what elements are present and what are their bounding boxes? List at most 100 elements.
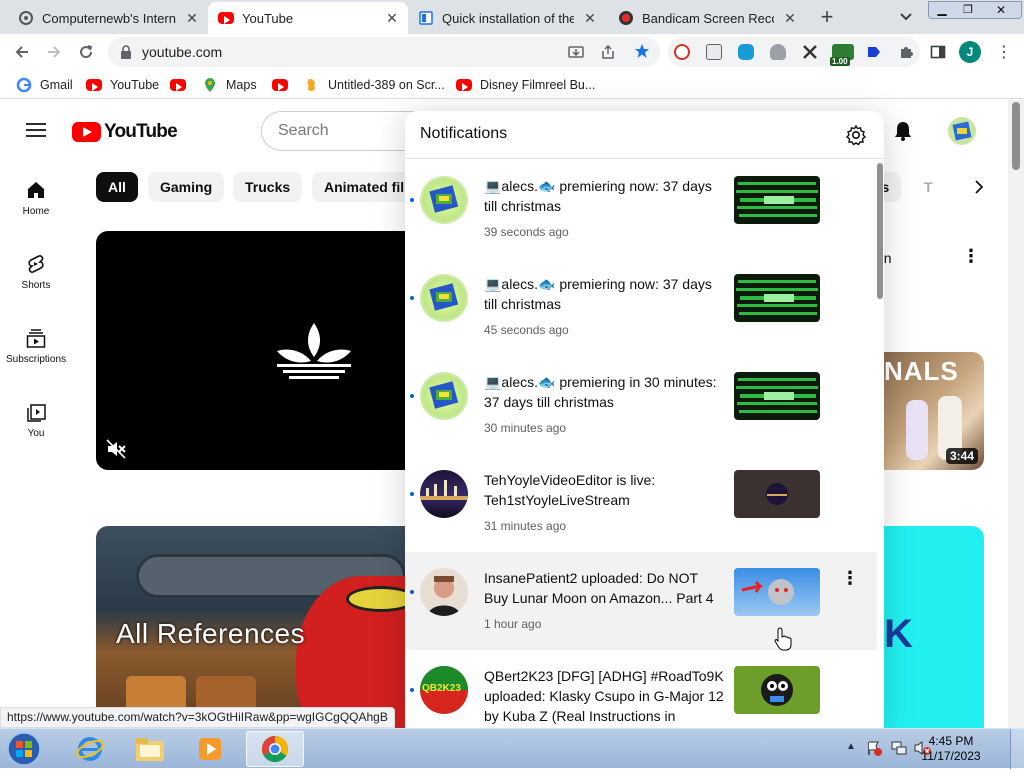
notifications-bell-icon[interactable]	[892, 120, 914, 147]
lock-icon[interactable]	[120, 45, 132, 64]
chip-partial-2[interactable]: T	[920, 172, 937, 202]
nav-subscriptions[interactable]: Subscriptions	[0, 328, 72, 365]
forward-icon[interactable]	[40, 38, 68, 66]
close-tab-icon[interactable]: ✕	[184, 10, 200, 26]
bookmark-untitled-389[interactable]: Untitled-389 on Scr...	[304, 76, 445, 93]
taskbar-chrome-icon[interactable]	[246, 731, 304, 767]
tab-quick-installation[interactable]: Quick installation of the ✕	[408, 2, 606, 34]
unread-dot-icon	[410, 590, 414, 594]
channel-avatar[interactable]: QB2K23	[420, 666, 468, 714]
nav-shorts[interactable]: Shorts	[0, 254, 72, 291]
notification-thumbnail[interactable]	[734, 372, 820, 420]
notification-item[interactable]: TehYoyleVideoEditor is live: Teh1stYoyle…	[405, 454, 877, 552]
puzzle-extensions-icon[interactable]	[898, 44, 914, 60]
close-tab-icon[interactable]: ✕	[582, 10, 598, 26]
page-scrollbar-thumb[interactable]	[1012, 102, 1020, 170]
play-extension-icon[interactable]	[866, 44, 882, 60]
document-extension-icon[interactable]	[706, 44, 722, 60]
video-thumbnail-nals[interactable]: NALS 3:44	[884, 352, 984, 470]
channel-avatar[interactable]	[420, 372, 468, 420]
profile-avatar[interactable]: J	[959, 41, 981, 63]
tools-extension-icon[interactable]	[802, 44, 818, 60]
channel-avatar[interactable]	[420, 176, 468, 224]
blue-extension-icon[interactable]	[738, 44, 754, 60]
nav-you[interactable]: You	[0, 402, 72, 439]
shield-extension-icon[interactable]	[770, 44, 786, 60]
nav-home[interactable]: Home	[0, 180, 72, 217]
notifications-scrollbar[interactable]	[877, 159, 884, 728]
action-center-flag-icon[interactable]	[866, 740, 882, 756]
youtube-logo[interactable]: YouTube	[72, 121, 178, 143]
chrome-menu-icon[interactable]: ⋮	[990, 38, 1018, 66]
video-thumbnail-cyan[interactable]: K	[884, 526, 984, 728]
chip-all[interactable]: All	[96, 172, 138, 202]
chevron-right-icon[interactable]	[970, 178, 988, 201]
site-icon	[18, 10, 34, 26]
bookmark-maps[interactable]: Maps	[202, 76, 257, 93]
tray-expand-icon[interactable]: ▲	[846, 741, 856, 752]
side-panel-icon[interactable]	[924, 38, 952, 66]
taskbar-clock[interactable]: 4:45 PM 11/17/2023	[920, 734, 982, 764]
taskbar-media-player-icon[interactable]	[182, 731, 238, 767]
channel-avatar[interactable]	[420, 470, 468, 518]
channel-avatar[interactable]	[420, 568, 468, 616]
bookmark-youtube-2[interactable]	[170, 76, 194, 93]
close-tab-icon[interactable]: ✕	[782, 10, 798, 26]
tab-search-icon[interactable]	[896, 8, 916, 26]
notification-text: QBert2K23 [DFG] [ADHG] #RoadTo9K uploade…	[484, 668, 724, 724]
address-bar[interactable]: youtube.com	[108, 37, 660, 67]
notification-thumbnail[interactable]	[734, 470, 820, 518]
reload-icon[interactable]	[72, 38, 100, 66]
tab-youtube[interactable]: YouTube ✕	[208, 2, 408, 34]
share-icon[interactable]	[600, 44, 616, 65]
account-avatar[interactable]	[948, 117, 976, 145]
search-input[interactable]: Search	[261, 111, 421, 151]
bookmark-star-icon[interactable]	[634, 43, 650, 64]
bookmark-youtube[interactable]: YouTube	[86, 76, 159, 93]
taskbar-internet-explorer-icon[interactable]	[62, 731, 118, 767]
bookmark-youtube-3[interactable]	[272, 76, 296, 93]
notification-thumbnail[interactable]	[734, 176, 820, 224]
restore-button[interactable]: ❐	[955, 2, 981, 18]
channel-avatar[interactable]	[420, 274, 468, 322]
notification-thumbnail[interactable]	[734, 568, 820, 616]
chip-trucks[interactable]: Trucks	[233, 172, 303, 202]
tab-strip: Computernewb's Internet ✕ YouTube ✕ Quic…	[0, 0, 1024, 34]
taskbar-explorer-icon[interactable]	[122, 731, 178, 767]
muted-speaker-icon[interactable]	[106, 439, 126, 459]
notification-thumbnail[interactable]	[734, 274, 820, 322]
notifications-scrollbar-thumb[interactable]	[877, 163, 883, 299]
minimize-button[interactable]: ▁	[929, 2, 955, 18]
more-options-icon[interactable]: ⋮	[962, 246, 980, 267]
new-tab-button[interactable]: +	[815, 6, 839, 30]
tab-bandicam[interactable]: Bandicam Screen Recorde ✕	[608, 2, 806, 34]
notification-more-options-icon[interactable]: ⋮	[841, 568, 859, 589]
adblock-extension-icon[interactable]	[674, 44, 690, 60]
notification-item[interactable]: QB2K23 QBert2K23 [DFG] [ADHG] #RoadTo9K …	[405, 650, 877, 728]
thumbnail-text: NALS	[884, 356, 959, 386]
show-desktop-button[interactable]	[1010, 729, 1024, 769]
tab-computernewb[interactable]: Computernewb's Internet ✕	[8, 2, 208, 34]
url-text: youtube.com	[142, 44, 223, 60]
window-controls: ▁ ❐ ✕	[928, 1, 1022, 19]
install-icon[interactable]	[568, 44, 584, 65]
menu-icon[interactable]	[26, 122, 46, 143]
close-tab-icon[interactable]: ✕	[384, 10, 400, 26]
start-button[interactable]	[4, 730, 44, 768]
notification-item[interactable]: 💻alecs.🐟 premiering now: 37 days till ch…	[405, 160, 877, 258]
video-thumbnail-references[interactable]: All References	[96, 526, 416, 728]
back-icon[interactable]	[8, 38, 36, 66]
page-scrollbar[interactable]	[1008, 100, 1024, 728]
notification-thumbnail[interactable]	[734, 666, 820, 714]
extensions-area: 1.00	[668, 37, 920, 67]
settings-gear-icon[interactable]	[845, 124, 867, 151]
featured-video-player[interactable]	[96, 231, 416, 470]
close-window-button[interactable]: ✕	[981, 2, 1021, 18]
notification-item[interactable]: InsanePatient2 uploaded: Do NOT Buy Luna…	[405, 552, 877, 650]
chip-gaming[interactable]: Gaming	[148, 172, 225, 202]
notification-item[interactable]: 💻alecs.🐟 premiering now: 37 days till ch…	[405, 258, 877, 356]
bookmark-gmail[interactable]: Gmail	[16, 76, 73, 93]
bookmark-disney-filmreel[interactable]: Disney Filmreel Bu...	[456, 76, 595, 93]
notification-item[interactable]: 💻alecs.🐟 premiering in 30 minutes: 37 da…	[405, 356, 877, 454]
network-icon[interactable]	[891, 740, 907, 756]
